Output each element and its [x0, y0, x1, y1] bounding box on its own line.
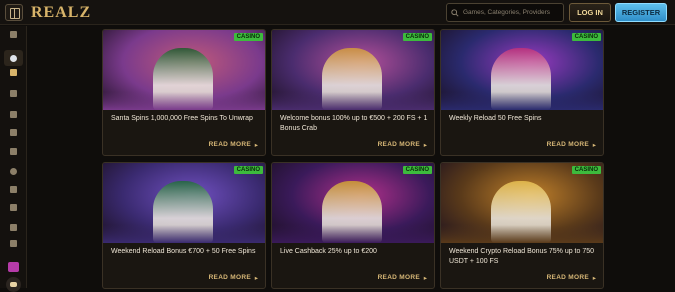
chevron-right-icon: ▸ [592, 275, 596, 282]
category-badge: CASINO [402, 166, 432, 174]
read-more-link[interactable]: READ MORE [547, 141, 589, 148]
promo-card[interactable]: CASINO Live Cashback 25% up to €200 READ M… [271, 162, 435, 289]
promo-title: Weekly Reload 50 Free Spins [449, 115, 542, 122]
promo-card[interactable]: CASINO Weekend Reload Bonus €700 + 50 Fre… [102, 162, 266, 289]
promo-title: Weekend Crypto Reload Bonus 75% up to 75… [449, 248, 595, 265]
read-more-link[interactable]: READ MORE [547, 274, 589, 281]
tent-icon[interactable] [8, 88, 19, 99]
promo-floor [441, 225, 603, 243]
slots-icon[interactable] [8, 67, 19, 78]
promo-title: Live Cashback 25% up to €200 [280, 248, 377, 255]
promo-floor [103, 92, 265, 110]
login-button[interactable]: LOG IN [569, 3, 611, 22]
promo-image[interactable] [272, 30, 434, 110]
read-more-link[interactable]: READ MORE [378, 141, 420, 148]
category-badge: CASINO [571, 33, 601, 41]
promo-image[interactable] [441, 30, 603, 110]
promo-card[interactable]: CASINO Welcome bonus 100% up to €500 + 20… [271, 29, 435, 156]
sidebar [0, 26, 27, 292]
promo-title: Santa Spins 1,000,000 Free Spins To Unwr… [111, 115, 253, 122]
promo-title: Weekend Reload Bonus €700 + 50 Free Spin… [111, 248, 256, 255]
promo-floor [441, 92, 603, 110]
building-icon[interactable] [8, 238, 19, 249]
promo-title: Welcome bonus 100% up to €500 + 200 FS +… [280, 115, 428, 132]
drop-icon[interactable] [8, 53, 19, 64]
logo[interactable]: REALZ [31, 4, 91, 21]
search-input[interactable] [463, 9, 563, 16]
promo-card[interactable]: CASINO Santa Spins 1,000,000 Free Spins T… [102, 29, 266, 156]
trophy-icon[interactable] [8, 222, 19, 233]
ticket-icon[interactable] [8, 184, 19, 195]
gift-icon[interactable] [8, 262, 19, 272]
coupon-icon[interactable] [8, 202, 19, 213]
promo-image[interactable] [441, 163, 603, 243]
top-bar: REALZ LOG IN REGISTER [0, 0, 675, 25]
read-more-link[interactable]: READ MORE [209, 141, 251, 148]
chevron-right-icon: ▸ [254, 142, 258, 149]
flower-icon[interactable] [8, 146, 19, 157]
category-badge: CASINO [233, 166, 263, 174]
chevron-right-icon: ▸ [423, 275, 427, 282]
promo-floor [272, 92, 434, 110]
chat-icon[interactable] [6, 277, 21, 292]
promo-card[interactable]: CASINO Weekend Crypto Reload Bonus 75% up… [440, 162, 604, 289]
logo-text: REALZ [31, 3, 92, 21]
chevron-right-icon: ▸ [592, 142, 596, 149]
read-more-link[interactable]: READ MORE [378, 274, 420, 281]
sidebar-toggle-icon[interactable] [5, 4, 23, 21]
promo-image[interactable] [272, 163, 434, 243]
phone-icon[interactable] [8, 127, 19, 138]
register-button[interactable]: REGISTER [615, 3, 667, 22]
promo-floor [272, 225, 434, 243]
home-icon[interactable] [8, 29, 19, 40]
chevron-right-icon: ▸ [254, 275, 258, 282]
search-box[interactable] [446, 3, 564, 22]
search-icon [451, 8, 459, 17]
list-icon[interactable] [8, 109, 19, 120]
promo-floor [103, 225, 265, 243]
category-badge: CASINO [571, 166, 601, 174]
category-badge: CASINO [402, 33, 432, 41]
read-more-link[interactable]: READ MORE [209, 274, 251, 281]
chevron-right-icon: ▸ [423, 142, 427, 149]
ball-icon[interactable] [8, 166, 19, 177]
promo-image[interactable] [103, 30, 265, 110]
category-badge: CASINO [233, 33, 263, 41]
promo-card[interactable]: CASINO Weekly Reload 50 Free Spins READ MO… [440, 29, 604, 156]
promo-image[interactable] [103, 163, 265, 243]
